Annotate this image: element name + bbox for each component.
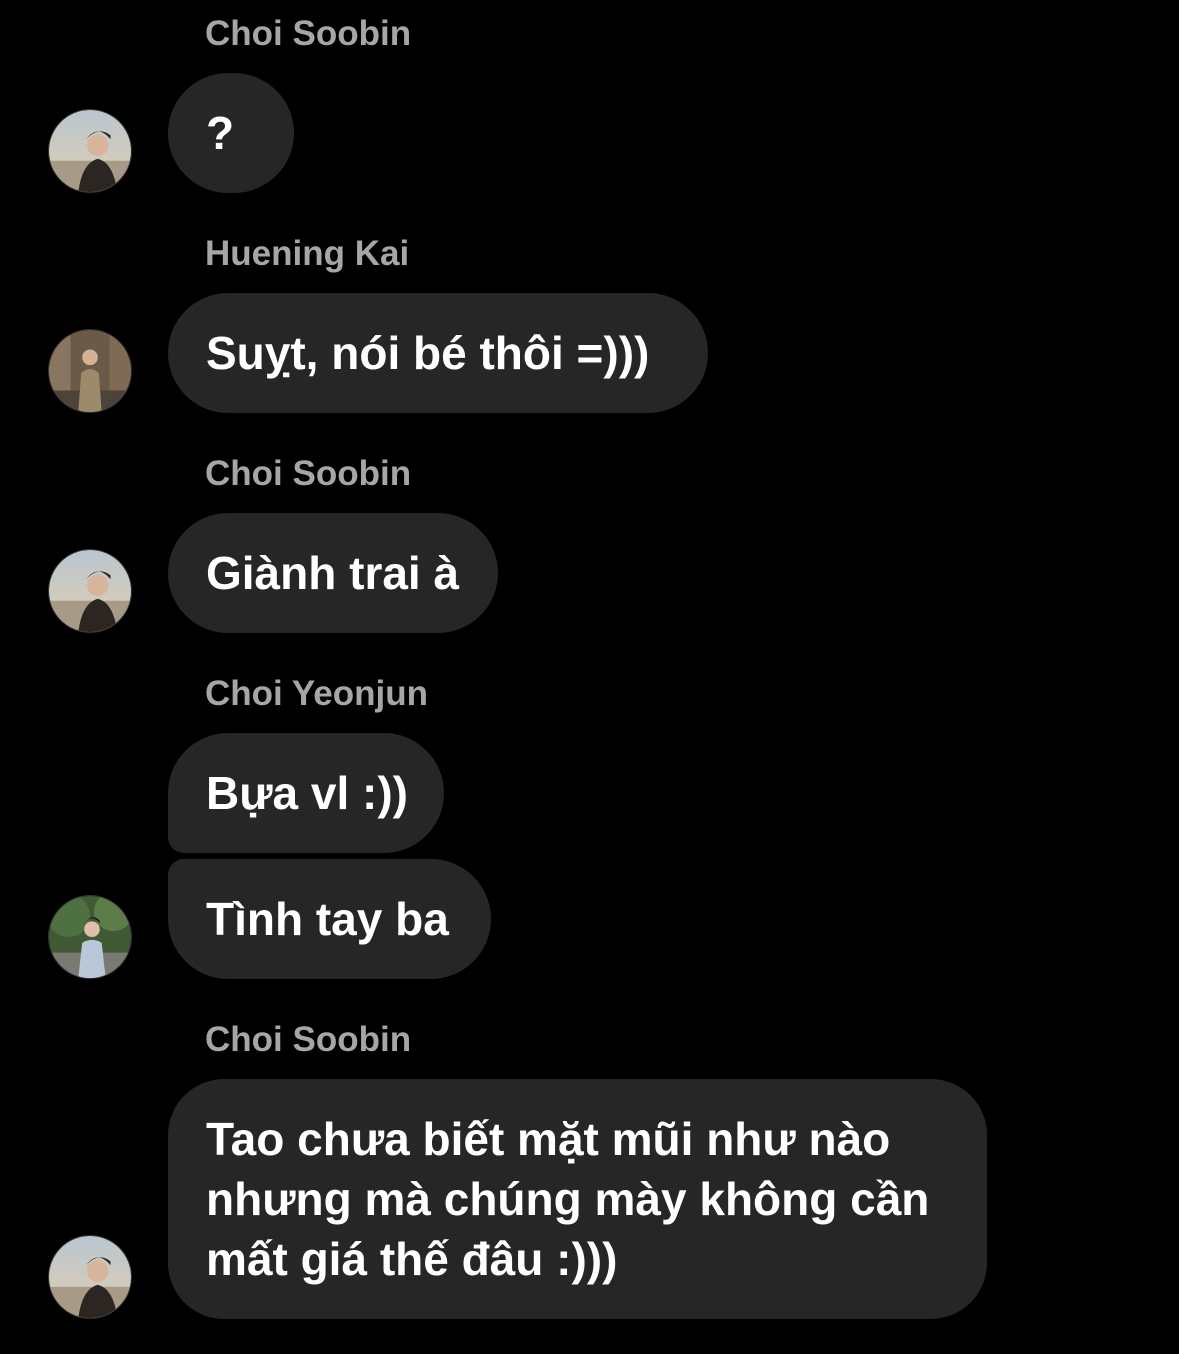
avatar-soobin-icon[interactable] [48,549,132,633]
message-text: Tao chưa biết mặt mũi như nào nhưng mà c… [206,1113,930,1285]
message-text: ? [206,107,235,159]
avatar-yeonjun-icon[interactable] [48,895,132,979]
message-text: Bựa vl :)) [206,767,408,819]
sender-name: Choi Soobin [205,1020,412,1059]
message-bubble[interactable]: Giành trai à [168,513,498,633]
message-bubble[interactable]: Tình tay ba [168,859,491,979]
message-bubble[interactable]: Suỵt, nói bé thôi =))) [168,293,708,413]
message-bubble[interactable]: Bựa vl :)) [168,733,444,853]
avatar-soobin-icon[interactable] [48,1235,132,1319]
avatar-kai-icon[interactable] [48,329,132,413]
message-text: Suỵt, nói bé thôi =))) [206,327,650,379]
message-bubble[interactable]: Tao chưa biết mặt mũi như nào nhưng mà c… [168,1079,987,1319]
sender-name: Choi Soobin [205,14,412,53]
avatar-soobin-icon[interactable] [48,109,132,193]
sender-name: Choi Yeonjun [205,674,428,713]
message-text: Giành trai à [206,547,460,599]
message-bubble[interactable]: ? [168,73,294,193]
sender-name: Huening Kai [205,234,410,273]
message-text: Tình tay ba [206,893,449,945]
sender-name: Choi Soobin [205,454,412,493]
